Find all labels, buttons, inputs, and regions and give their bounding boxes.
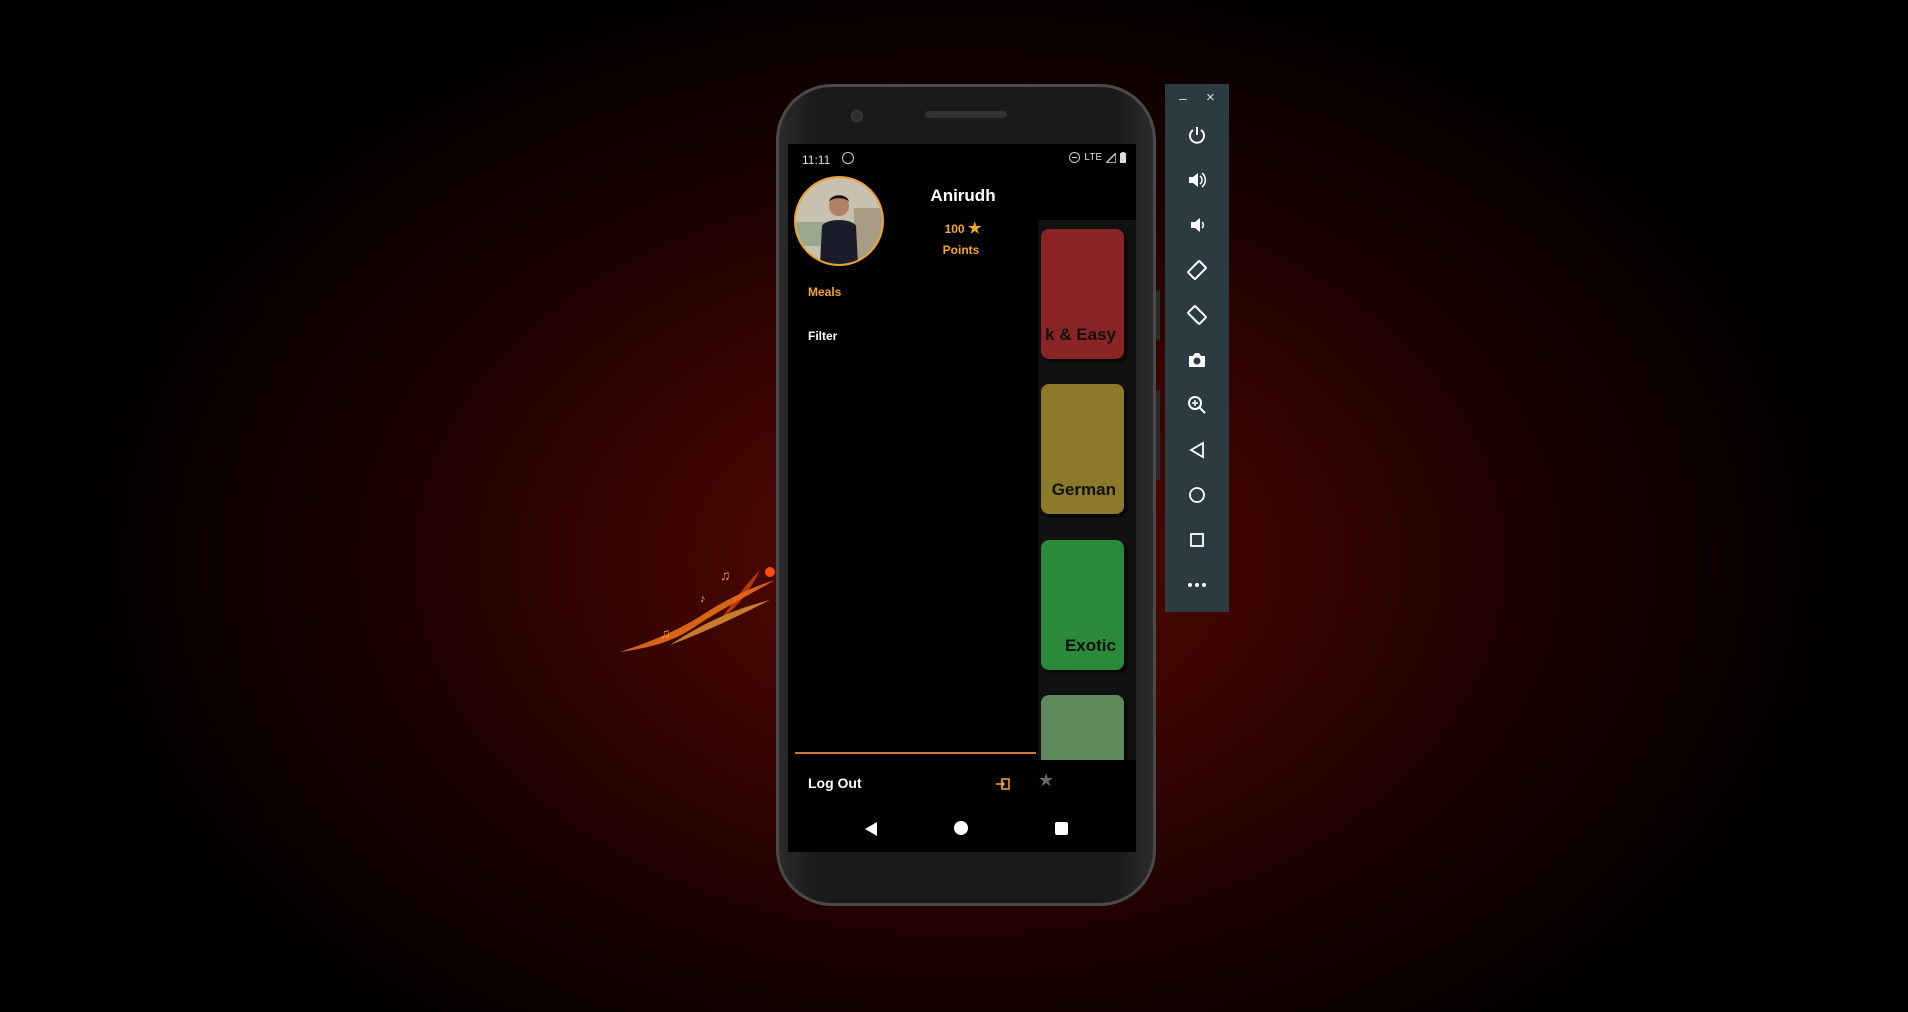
category-card[interactable]: Exotic <box>1041 540 1124 670</box>
status-icons: LTE <box>1069 152 1126 163</box>
points-number: 100 <box>944 222 965 236</box>
camera-icon[interactable] <box>1179 342 1215 378</box>
home-nav-icon[interactable] <box>954 821 968 835</box>
recents-nav-icon[interactable] <box>1055 822 1068 835</box>
logout-button[interactable]: Log Out <box>808 775 862 791</box>
zoom-icon[interactable] <box>1179 387 1215 423</box>
network-type: LTE <box>1084 152 1102 163</box>
front-camera <box>851 110 863 122</box>
points-value: 100 ★ <box>938 219 988 237</box>
volume-up-icon[interactable] <box>1179 162 1215 198</box>
points-label: Points <box>942 243 980 257</box>
phone-power-button <box>1156 290 1160 340</box>
battery-icon <box>1120 152 1126 163</box>
system-nav-bar <box>788 804 1136 852</box>
do-not-disturb-icon <box>1069 152 1081 163</box>
category-card[interactable]: German <box>1041 384 1124 514</box>
close-button[interactable]: × <box>1206 89 1215 106</box>
minimize-button[interactable]: – <box>1179 90 1187 106</box>
back-icon[interactable] <box>1179 432 1215 468</box>
logout-icon[interactable] <box>996 778 1010 790</box>
status-time: 11:11 <box>802 153 831 167</box>
svg-text:♫: ♫ <box>660 625 671 641</box>
user-name: Anirudh <box>930 186 996 205</box>
earpiece-speaker <box>925 111 1007 118</box>
category-grid: k & Easy German Exotic <box>1038 220 1136 765</box>
phone-volume-button <box>1156 390 1160 480</box>
power-icon[interactable] <box>1179 117 1215 153</box>
category-card[interactable] <box>1041 695 1124 765</box>
signal-icon <box>1106 152 1116 163</box>
overview-icon[interactable] <box>1179 522 1215 558</box>
drawer-item-meals[interactable]: Meals <box>808 285 841 299</box>
star-icon: ★ <box>967 220 982 237</box>
bottom-tab-bar: ★ <box>1038 760 1136 804</box>
category-card[interactable]: k & Easy <box>1041 229 1124 359</box>
more-icon[interactable] <box>1179 567 1215 603</box>
navigation-drawer <box>788 176 1036 804</box>
drawer-divider <box>795 752 1036 754</box>
flame-decoration: ♫ ♫ ♪ <box>620 567 775 652</box>
avatar[interactable] <box>794 176 884 266</box>
status-bar: 11:11 LTE <box>788 144 1136 176</box>
rotate-left-icon[interactable] <box>1179 252 1215 288</box>
volume-down-icon[interactable] <box>1179 207 1215 243</box>
category-label: German <box>1051 480 1116 499</box>
svg-text:♫: ♫ <box>720 567 731 583</box>
back-nav-icon[interactable] <box>864 821 878 837</box>
category-label: Exotic <box>1064 636 1116 655</box>
sync-icon <box>842 152 854 164</box>
category-label: k & Easy <box>1045 325 1116 344</box>
drawer-item-filter[interactable]: Filter <box>808 329 837 343</box>
emulator-window-controls: – × <box>1165 84 1229 114</box>
favorites-icon[interactable]: ★ <box>1038 770 1054 791</box>
user-photo <box>796 178 882 264</box>
svg-text:♪: ♪ <box>700 593 706 605</box>
emulator-toolbar: – × <box>1165 84 1229 612</box>
home-icon[interactable] <box>1179 477 1215 513</box>
rotate-right-icon[interactable] <box>1179 297 1215 333</box>
